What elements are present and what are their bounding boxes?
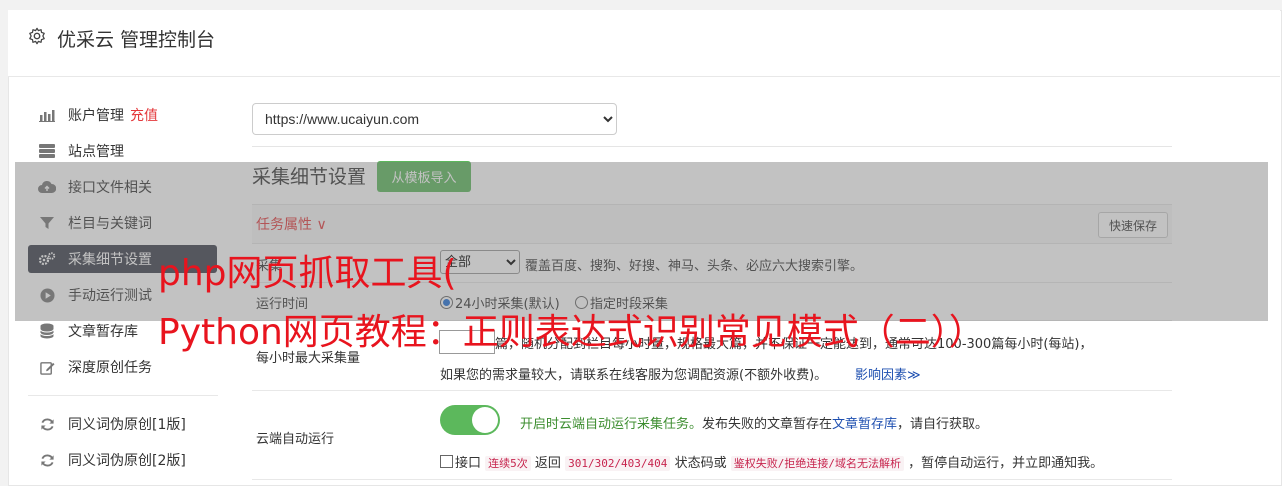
watermark-line-1: php网页抓取工具( [158,253,457,294]
sidebar-item-synonym-v1[interactable]: 同义词伪原创[1版] [28,410,217,438]
pause-rule-label: 接口 [455,456,482,471]
page-title: 优采云 管理控制台 [57,29,216,51]
pause-rule: 接口 连续5次 返回 301/302/403/404 状态码或 鉴权失败/拒绝连… [440,452,1103,471]
text-return: 返回 [534,456,561,471]
cloud-run-label: 云端自动运行 [256,432,335,447]
bar-chart-icon [38,107,56,123]
sidebar-item-label: 深度原创任务 [68,360,152,376]
database-icon [38,323,56,339]
refresh-icon [38,452,56,468]
refresh-icon [38,416,56,432]
code-status-codes: 301/302/403/404 [565,456,671,471]
pause-rule-checkbox[interactable] [440,455,453,468]
row-divider [252,479,1172,480]
sidebar-item-deep-original[interactable]: 深度原创任务 [28,353,217,381]
resource-description: 如果您的需求量较大，请联系在线客服为您调配资源(不额外收费)。 [440,368,828,383]
code-consecutive: 连续5次 [485,456,531,471]
sidebar-item-label: 同义词伪原创[2版] [68,453,186,469]
recharge-link[interactable]: 充值 [130,105,158,125]
section-separator [252,146,1172,147]
server-icon [38,143,56,159]
sidebar-item-label: 账户管理 [68,108,124,124]
toggle-knob [472,407,498,433]
gear-icon [29,27,45,45]
row-divider [252,390,1172,391]
cloud-run-end-text: ，请自行获取。 [897,417,989,432]
text-final: ，暂停自动运行，并立即通知我。 [908,456,1104,471]
sidebar-item-sites[interactable]: 站点管理 [28,137,217,165]
watermark-line-2: Python网页教程：正则表达式识别常见模式（二）） [158,312,985,353]
sidebar-item-account[interactable]: 账户管理 充值 [28,101,217,129]
sidebar-divider [28,395,218,396]
gray-overlay [15,162,1268,321]
cloud-run-mid-text: 发布失败的文章暂存在 [702,417,833,432]
code-auth-failure: 鉴权失败/拒绝连接/域名无法解析 [730,456,904,471]
influence-factors-link[interactable]: 影响因素≫ [855,364,921,383]
edit-icon [38,359,56,375]
sidebar-item-label: 站点管理 [68,144,124,160]
cloud-run-description: 开启时云端自动运行采集任务。发布失败的文章暂存在文章暂存库，请自行获取。 [520,413,988,432]
text-status: 状态码或 [674,456,727,471]
sidebar-item-label: 文章暂存库 [68,324,138,340]
cloud-run-toggle[interactable] [440,405,500,435]
sidebar-item-label: 同义词伪原创[1版] [68,417,186,433]
site-select[interactable]: https://www.ucaiyun.com [252,103,617,135]
cloud-run-enabled-text: 开启时云端自动运行采集任务。 [520,417,703,432]
sidebar-item-synonym-v2[interactable]: 同义词伪原创[2版] [28,446,217,474]
article-store-link[interactable]: 文章暂存库 [832,417,897,432]
app-header: 优采云 管理控制台 [8,10,1280,77]
